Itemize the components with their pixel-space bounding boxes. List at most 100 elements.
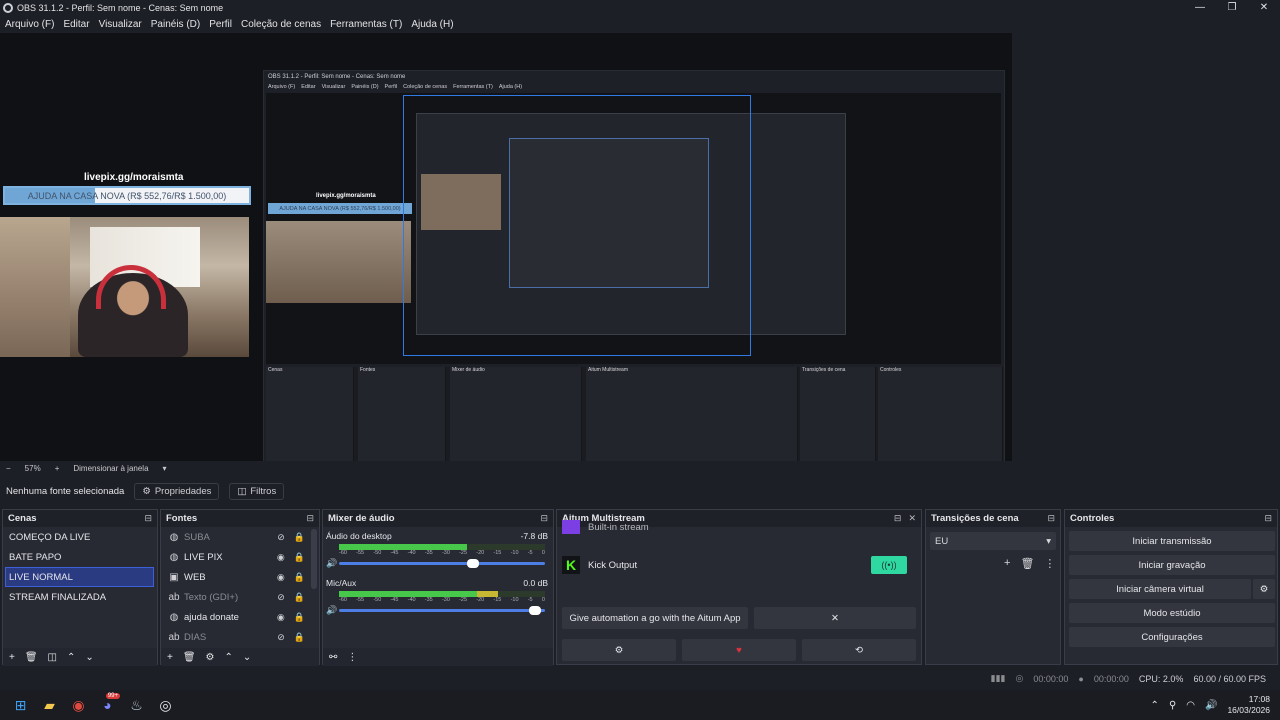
chevron-down-icon[interactable]: ▾ bbox=[163, 464, 167, 473]
discord-icon[interactable]: ◕ 99+ bbox=[93, 693, 122, 717]
scene-item-active[interactable]: LIVE NORMAL bbox=[5, 567, 154, 587]
signal-icon: ▮▮▮ bbox=[990, 673, 1006, 683]
volume-slider[interactable] bbox=[339, 559, 545, 568]
eye-icon[interactable]: ◉ bbox=[277, 572, 285, 583]
lock-icon[interactable]: 🔒 bbox=[294, 552, 305, 563]
move-down-icon[interactable]: ⌄ bbox=[243, 652, 251, 663]
obs-icon[interactable]: ◎ bbox=[151, 693, 180, 717]
zoom-in-button[interactable]: + bbox=[55, 464, 60, 473]
menu-arquivo[interactable]: Arquivo (F) bbox=[5, 19, 54, 30]
transition-select[interactable]: EU ▾ bbox=[930, 532, 1056, 550]
volume-slider[interactable] bbox=[339, 606, 545, 615]
source-item[interactable]: ▣ WEB ◉ 🔒 bbox=[161, 567, 319, 587]
settings-button[interactable]: ⚙ bbox=[562, 639, 676, 661]
scene-item[interactable]: STREAM FINALIZADA bbox=[3, 587, 157, 607]
eye-hidden-icon[interactable]: ⊘ bbox=[277, 632, 285, 643]
meter-tick: -60 bbox=[339, 550, 347, 556]
scene-item[interactable]: COMEÇO DA LIVE bbox=[3, 527, 157, 547]
dock-float-icon[interactable]: ⊟ bbox=[144, 513, 152, 524]
dock-float-icon[interactable]: ⊟ bbox=[540, 513, 548, 524]
speaker-icon[interactable]: 🔊 bbox=[326, 558, 339, 569]
virtual-camera-settings-button[interactable]: ⚙ bbox=[1253, 579, 1275, 599]
source-item[interactable]: ◍ SUBA ⊘ 🔒 bbox=[161, 527, 319, 547]
record-icon: ● bbox=[1078, 673, 1084, 684]
close-button[interactable]: ✕ bbox=[1248, 0, 1280, 15]
chevron-up-icon[interactable]: ⌃ bbox=[1151, 700, 1159, 711]
selection-box bbox=[403, 95, 751, 356]
add-icon[interactable]: + bbox=[167, 652, 173, 663]
lock-icon[interactable]: 🔒 bbox=[294, 532, 305, 543]
trash-icon[interactable]: 🗑 bbox=[183, 652, 196, 663]
lock-icon[interactable]: 🔒 bbox=[294, 612, 305, 623]
wifi-icon[interactable]: ◠ bbox=[1186, 700, 1195, 711]
source-item[interactable]: ab Texto (GDI+) ⊘ 🔒 bbox=[161, 587, 319, 607]
move-up-icon[interactable]: ⌃ bbox=[225, 652, 233, 663]
volume-icon[interactable]: 🔊 bbox=[1205, 700, 1217, 711]
menu-editar[interactable]: Editar bbox=[63, 19, 89, 30]
dismiss-automation-button[interactable]: ✕ bbox=[754, 607, 916, 629]
dock-float-icon[interactable]: ⊟ bbox=[1264, 513, 1272, 524]
zoom-out-button[interactable]: − bbox=[6, 464, 11, 473]
add-icon[interactable]: + bbox=[9, 652, 15, 663]
start-streaming-button[interactable]: Iniciar transmissão bbox=[1069, 531, 1275, 551]
lock-icon[interactable]: 🔒 bbox=[294, 572, 305, 583]
properties-button[interactable]: ⚙ Propriedades bbox=[134, 483, 220, 500]
more-icon[interactable]: ⋮ bbox=[1044, 557, 1055, 570]
link-icon[interactable]: ⚯ bbox=[329, 652, 337, 663]
eye-hidden-icon[interactable]: ⊘ bbox=[277, 592, 285, 603]
folder-icon[interactable]: ▰ bbox=[35, 693, 64, 717]
donate-button[interactable]: ♥ bbox=[682, 639, 796, 661]
dock-float-icon[interactable]: ⊟ bbox=[894, 513, 902, 524]
steam-icon[interactable]: ♨ bbox=[122, 693, 151, 717]
menu-ajuda[interactable]: Ajuda (H) bbox=[411, 19, 453, 30]
settings-button[interactable]: Configurações bbox=[1069, 627, 1275, 647]
dock-float-icon[interactable]: ⊟ bbox=[1047, 513, 1055, 524]
clock-date: 16/03/2026 bbox=[1227, 705, 1270, 715]
preview-area[interactable]: livepix.gg/moraismta AJUDA NA CASA NOVA … bbox=[0, 33, 1280, 461]
maximize-button[interactable]: ❐ bbox=[1216, 0, 1248, 15]
source-item[interactable]: ◍ ajuda donate ◉ 🔒 bbox=[161, 607, 319, 627]
eye-icon[interactable]: ◉ bbox=[277, 612, 285, 623]
volume-knob[interactable] bbox=[467, 559, 480, 568]
minimize-button[interactable]: — bbox=[1184, 0, 1216, 15]
volume-meter bbox=[339, 544, 545, 550]
chrome-icon[interactable]: ◉ bbox=[64, 693, 93, 717]
preview-canvas[interactable]: livepix.gg/moraismta AJUDA NA CASA NOVA … bbox=[0, 33, 1012, 461]
pin-icon[interactable]: ⚲ bbox=[1169, 700, 1176, 711]
lock-icon[interactable]: 🔒 bbox=[294, 592, 305, 603]
menu-colecao-cenas[interactable]: Coleção de cenas bbox=[241, 19, 321, 30]
start-virtual-camera-button[interactable]: Iniciar câmera virtual bbox=[1069, 579, 1251, 599]
close-icon[interactable]: ✕ bbox=[908, 513, 916, 524]
start-recording-button[interactable]: Iniciar gravação bbox=[1069, 555, 1275, 575]
scene-item[interactable]: BATE PAPO bbox=[3, 547, 157, 567]
aitum-automation-button[interactable]: Give automation a go with the Aitum App bbox=[562, 607, 748, 629]
eye-icon[interactable]: ◉ bbox=[277, 552, 285, 563]
source-item[interactable]: ◍ LIVE PIX ◉ 🔒 bbox=[161, 547, 319, 567]
lock-icon[interactable]: 🔒 bbox=[294, 632, 305, 643]
eye-hidden-icon[interactable]: ⊘ bbox=[277, 532, 285, 543]
gear-icon[interactable]: ⚙ bbox=[206, 652, 215, 663]
kick-stream-toggle[interactable]: ((•)) bbox=[871, 556, 907, 574]
trash-icon[interactable]: 🗑 bbox=[25, 652, 38, 663]
mixer-toolbar: ⚯ ⋮ bbox=[323, 648, 553, 666]
filter-icon[interactable]: ◫ bbox=[48, 652, 57, 663]
volume-knob[interactable] bbox=[528, 606, 541, 615]
add-icon[interactable]: + bbox=[1004, 557, 1010, 570]
menu-paineis[interactable]: Painéis (D) bbox=[151, 19, 200, 30]
zoom-mode[interactable]: Dimensionar à janela bbox=[73, 464, 148, 473]
windows-icon[interactable]: ⊞ bbox=[6, 693, 35, 717]
source-item[interactable]: ab DIAS ⊘ 🔒 bbox=[161, 627, 319, 647]
speaker-icon[interactable]: 🔊 bbox=[326, 605, 339, 616]
dock-float-icon[interactable]: ⊟ bbox=[306, 513, 314, 524]
menu-visualizar[interactable]: Visualizar bbox=[99, 19, 142, 30]
studio-mode-button[interactable]: Modo estúdio bbox=[1069, 603, 1275, 623]
filters-button[interactable]: ◫ Filtros bbox=[229, 483, 285, 500]
more-icon[interactable]: ⋮ bbox=[347, 652, 357, 663]
clock[interactable]: 17:08 16/03/2026 bbox=[1227, 694, 1270, 716]
menu-ferramentas[interactable]: Ferramentas (T) bbox=[330, 19, 402, 30]
trash-icon[interactable]: 🗑 bbox=[1020, 557, 1034, 570]
aitum-link-button[interactable]: ⟲ bbox=[802, 639, 916, 661]
menu-perfil[interactable]: Perfil bbox=[209, 19, 232, 30]
move-up-icon[interactable]: ⌃ bbox=[67, 652, 75, 663]
move-down-icon[interactable]: ⌄ bbox=[85, 652, 93, 663]
